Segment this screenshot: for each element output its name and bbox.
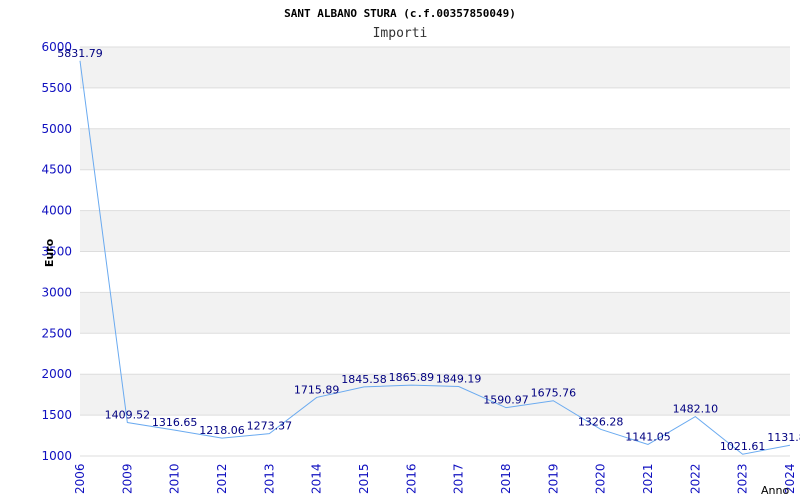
data-label: 1590.97 (483, 394, 529, 407)
x-axis-label: Anno (761, 484, 789, 497)
data-label: 1849.19 (436, 373, 482, 386)
data-label: 5831.79 (57, 47, 103, 60)
data-label: 1482.10 (673, 403, 719, 416)
grid-band (80, 210, 790, 252)
y-axis-label: Euro (43, 238, 56, 267)
y-tick-label: 4500 (41, 163, 72, 177)
data-label: 1316.65 (152, 416, 198, 429)
data-label: 1675.76 (531, 387, 577, 400)
data-label: 1865.89 (389, 371, 435, 384)
line-chart: SANT ALBANO STURA (c.f.00357850049) Impo… (41, 7, 800, 497)
y-tick-label: 1000 (41, 449, 72, 463)
data-label: 1326.28 (578, 415, 624, 428)
x-tick-label: 2006 (73, 463, 87, 494)
data-label: 1131.80 (767, 431, 800, 444)
x-tick-label: 2012 (215, 463, 229, 494)
x-tick-label: 2022 (688, 463, 702, 494)
y-tick-label: 2500 (41, 326, 72, 340)
grid-band (80, 292, 790, 334)
y-tick-label: 5000 (41, 122, 72, 136)
grid-band (80, 251, 790, 293)
x-tick-label: 2020 (594, 463, 608, 494)
grid-band (80, 128, 790, 170)
y-tick-label: 3000 (41, 285, 72, 299)
grid-band (80, 47, 790, 88)
grid-band (80, 169, 790, 211)
data-label: 1409.52 (105, 409, 151, 422)
data-label: 1273.37 (247, 420, 293, 433)
data-label: 1218.06 (199, 424, 245, 437)
x-tick-label: 2016 (404, 463, 418, 494)
x-tick-label: 2023 (736, 463, 750, 494)
data-label: 1715.89 (294, 383, 340, 396)
x-tick-label: 2017 (452, 463, 466, 494)
data-label: 1141.05 (625, 430, 671, 443)
y-tick-label: 4000 (41, 204, 72, 218)
x-axis-ticks: 2006 2009 2010 2012 2013 2014 2015 2016 2017 2018… (73, 463, 797, 494)
grid-band (80, 87, 790, 129)
x-tick-label: 2019 (546, 463, 560, 494)
y-tick-label: 5500 (41, 81, 72, 95)
x-tick-label: 2010 (168, 463, 182, 494)
chart-subtitle: Importi (373, 26, 428, 41)
y-tick-label: 1500 (41, 408, 72, 422)
x-tick-label: 2013 (262, 463, 276, 494)
x-tick-label: 2014 (310, 463, 324, 494)
y-tick-label: 2000 (41, 367, 72, 381)
x-tick-label: 2018 (499, 463, 513, 494)
x-tick-label: 2015 (357, 463, 371, 494)
data-label: 1845.58 (341, 373, 387, 386)
data-label: 1021.61 (720, 440, 766, 453)
chart-title: SANT ALBANO STURA (c.f.00357850049) (284, 7, 516, 20)
x-tick-label: 2009 (120, 463, 134, 494)
grid-band (80, 333, 790, 375)
x-tick-label: 2021 (641, 463, 655, 494)
